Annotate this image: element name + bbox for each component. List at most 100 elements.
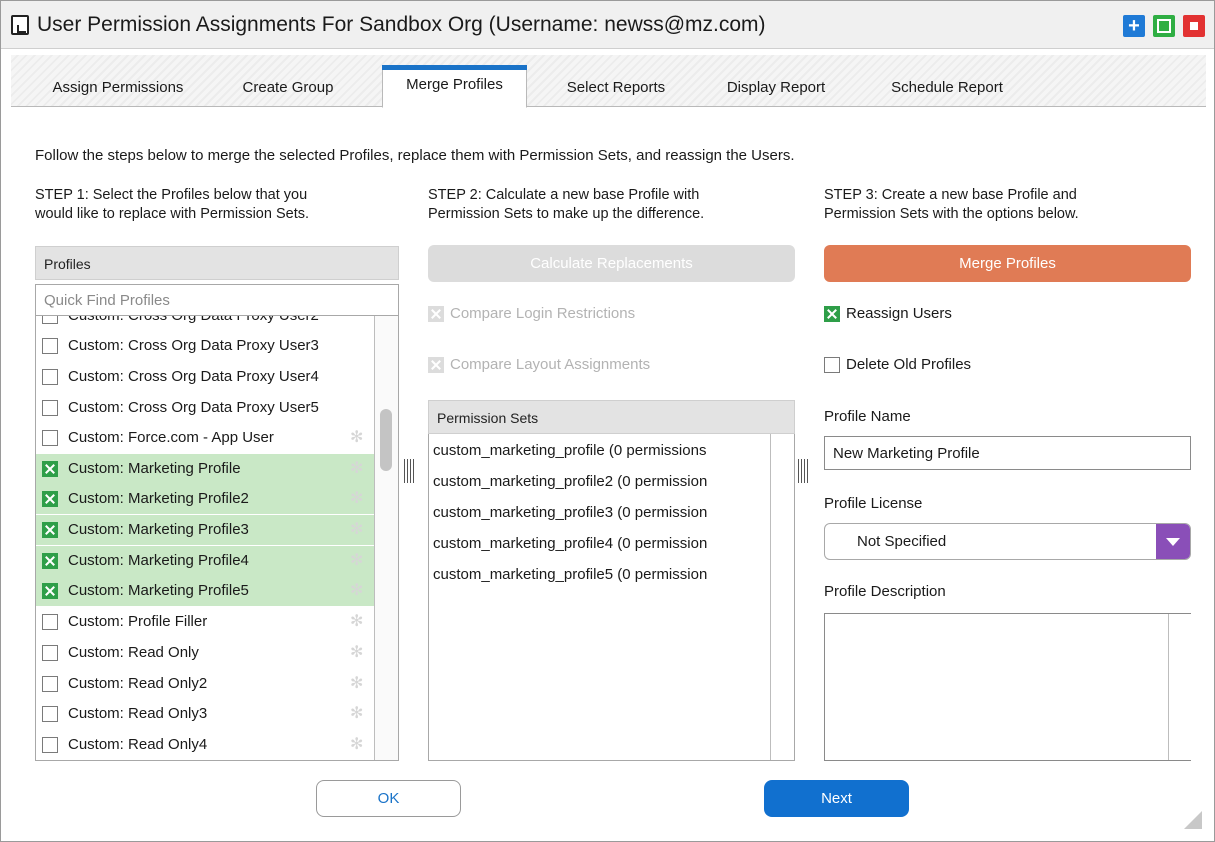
checkbox-checked[interactable] bbox=[42, 583, 58, 599]
tab-select-reports[interactable]: Select Reports bbox=[541, 69, 691, 107]
profile-item[interactable]: Custom: Cross Org Data Proxy User3 bbox=[36, 331, 376, 361]
profile-label: Custom: Cross Org Data Proxy User3 bbox=[68, 337, 319, 354]
checkbox[interactable] bbox=[42, 706, 58, 722]
calculate-replacements-button[interactable]: Calculate Replacements bbox=[428, 245, 795, 282]
permission-set-item[interactable]: custom_marketing_profile (0 permissions bbox=[433, 436, 771, 466]
close-icon[interactable] bbox=[1183, 15, 1205, 37]
next-button[interactable]: Next bbox=[764, 780, 909, 817]
profile-item[interactable]: Custom: Read Only3 ✻ bbox=[36, 699, 376, 729]
profile-item[interactable]: Custom: Read Only2 ✻ bbox=[36, 669, 376, 699]
tab-assign-permissions[interactable]: Assign Permissions bbox=[27, 69, 209, 107]
maximize-icon[interactable] bbox=[1153, 15, 1175, 37]
compare-layout-option[interactable]: Compare Layout Assignments bbox=[428, 354, 650, 376]
profile-item[interactable]: Custom: Marketing Profile3 ✻ bbox=[36, 515, 376, 545]
checkbox-checked[interactable] bbox=[42, 491, 58, 507]
gear-icon[interactable]: ✻ bbox=[350, 638, 363, 668]
tab-bar: Assign Permissions Create Group Merge Pr… bbox=[11, 55, 1206, 108]
profile-label: Custom: Marketing Profile2 bbox=[68, 490, 249, 507]
profile-item[interactable]: Custom: Marketing Profile5 ✻ bbox=[36, 576, 376, 606]
profile-label: Custom: Marketing Profile3 bbox=[68, 521, 249, 538]
checkbox[interactable] bbox=[42, 676, 58, 692]
checkbox-checked[interactable] bbox=[42, 553, 58, 569]
description-scrollbar[interactable] bbox=[1168, 614, 1192, 760]
gear-icon[interactable]: ✻ bbox=[350, 546, 363, 576]
profile-license-label: Profile License bbox=[824, 495, 923, 512]
scrollbar-thumb[interactable] bbox=[380, 409, 392, 471]
checkbox-disabled[interactable] bbox=[428, 357, 444, 373]
checkbox[interactable] bbox=[42, 430, 58, 446]
profile-item[interactable]: Custom: Cross Org Data Proxy User2 bbox=[36, 316, 376, 331]
checkbox[interactable] bbox=[824, 357, 840, 373]
ok-button[interactable]: OK bbox=[316, 780, 461, 817]
permission-sets-list: custom_marketing_profile (0 permissions … bbox=[428, 434, 795, 761]
tab-create-group[interactable]: Create Group bbox=[223, 69, 353, 107]
profile-item[interactable]: Custom: Cross Org Data Proxy User5 bbox=[36, 393, 376, 423]
gear-icon[interactable]: ✻ bbox=[350, 607, 363, 637]
profiles-scrollbar[interactable] bbox=[374, 316, 398, 760]
profile-name-label: Profile Name bbox=[824, 408, 911, 425]
gear-icon[interactable]: ✻ bbox=[350, 576, 363, 606]
add-icon[interactable]: + bbox=[1123, 15, 1145, 37]
checkbox[interactable] bbox=[42, 400, 58, 416]
delete-old-profiles-option[interactable]: Delete Old Profiles bbox=[824, 354, 971, 376]
checkbox[interactable] bbox=[42, 737, 58, 753]
profiles-search-input[interactable] bbox=[35, 284, 399, 316]
compare-login-label: Compare Login Restrictions bbox=[450, 305, 636, 322]
profile-label: Custom: Cross Org Data Proxy User5 bbox=[68, 399, 319, 416]
gear-icon[interactable]: ✻ bbox=[350, 515, 363, 545]
reassign-users-label: Reassign Users bbox=[846, 305, 952, 322]
document-icon bbox=[11, 15, 29, 35]
app-window: User Permission Assignments For Sandbox … bbox=[0, 0, 1215, 842]
gear-icon[interactable]: ✻ bbox=[350, 699, 363, 729]
checkbox-disabled[interactable] bbox=[428, 306, 444, 322]
profile-item[interactable]: Custom: Force.com - App User ✻ bbox=[36, 423, 376, 453]
permission-set-item[interactable]: custom_marketing_profile5 (0 permission bbox=[433, 560, 771, 590]
chevron-down-icon[interactable] bbox=[1156, 524, 1190, 559]
checkbox-checked[interactable] bbox=[824, 306, 840, 322]
step1-line2: would like to replace with Permission Se… bbox=[35, 206, 310, 222]
tab-merge-profiles[interactable]: Merge Profiles bbox=[382, 65, 527, 108]
reassign-users-option[interactable]: Reassign Users bbox=[824, 303, 952, 325]
profile-item[interactable]: Custom: Cross Org Data Proxy User4 bbox=[36, 362, 376, 392]
permission-sets-scrollbar[interactable] bbox=[770, 434, 794, 760]
checkbox[interactable] bbox=[42, 645, 58, 661]
profile-item[interactable]: Custom: Marketing Profile4 ✻ bbox=[36, 546, 376, 576]
gear-icon[interactable]: ✻ bbox=[350, 669, 363, 699]
profile-item[interactable]: Custom: Profile Filler ✻ bbox=[36, 607, 376, 637]
gear-icon[interactable]: ✻ bbox=[350, 484, 363, 514]
checkbox[interactable] bbox=[42, 369, 58, 385]
delete-old-profiles-label: Delete Old Profiles bbox=[846, 356, 972, 373]
step3-description: STEP 3: Create a new base Profile and Pe… bbox=[824, 186, 1079, 224]
gear-icon[interactable]: ✻ bbox=[350, 730, 363, 760]
splitter-handle[interactable] bbox=[404, 459, 416, 483]
profiles-list: Custom: Cross Org Data Proxy User2 Custo… bbox=[35, 316, 399, 761]
checkbox[interactable] bbox=[42, 614, 58, 630]
tab-display-report[interactable]: Display Report bbox=[705, 69, 847, 107]
profile-item[interactable]: Custom: Read Only ✻ bbox=[36, 638, 376, 668]
step3-line2: Permission Sets with the options below. bbox=[824, 206, 1079, 222]
resize-grip-icon[interactable] bbox=[1184, 811, 1202, 829]
profile-description-textarea[interactable] bbox=[824, 613, 1192, 761]
step2-line2: Permission Sets to make up the differenc… bbox=[428, 206, 705, 222]
splitter-handle[interactable] bbox=[798, 459, 810, 483]
profile-license-select[interactable]: Not Specified bbox=[824, 523, 1191, 560]
gear-icon[interactable]: ✻ bbox=[350, 454, 363, 484]
checkbox[interactable] bbox=[42, 338, 58, 354]
checkbox-checked[interactable] bbox=[42, 522, 58, 538]
profile-item[interactable]: Custom: Read Only4 ✻ bbox=[36, 730, 376, 760]
permission-set-item[interactable]: custom_marketing_profile2 (0 permission bbox=[433, 467, 771, 497]
profile-name-input[interactable] bbox=[824, 436, 1191, 470]
profile-item[interactable]: Custom: Marketing Profile2 ✻ bbox=[36, 484, 376, 514]
checkbox[interactable] bbox=[42, 316, 58, 324]
permission-set-item[interactable]: custom_marketing_profile3 (0 permission bbox=[433, 498, 771, 528]
permission-set-item[interactable]: custom_marketing_profile4 (0 permission bbox=[433, 529, 771, 559]
compare-login-option[interactable]: Compare Login Restrictions bbox=[428, 303, 635, 325]
gear-icon[interactable]: ✻ bbox=[350, 423, 363, 453]
merge-profiles-button[interactable]: Merge Profiles bbox=[824, 245, 1191, 282]
checkbox-checked[interactable] bbox=[42, 461, 58, 477]
tab-schedule-report[interactable]: Schedule Report bbox=[867, 69, 1027, 107]
profile-item[interactable]: Custom: Marketing Profile ✻ bbox=[36, 454, 376, 484]
step1-line1: STEP 1: Select the Profiles below that y… bbox=[35, 187, 308, 203]
step1-description: STEP 1: Select the Profiles below that y… bbox=[35, 186, 309, 224]
profiles-header: Profiles bbox=[35, 246, 399, 280]
